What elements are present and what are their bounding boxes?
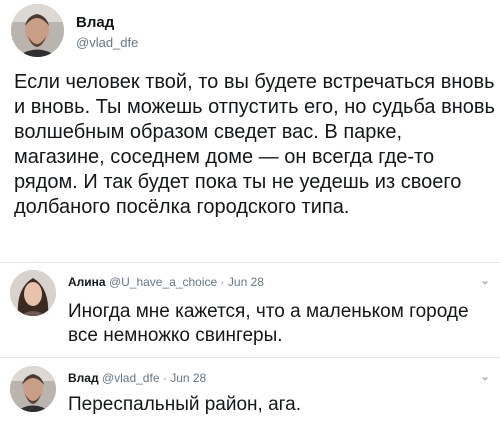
author-handle[interactable]: @vlad_dfe <box>76 35 138 50</box>
author-handle[interactable]: @U_have_a_choice <box>109 275 217 289</box>
tweet-date[interactable]: Jun 28 <box>228 275 264 289</box>
author-name[interactable]: Влад <box>68 371 99 385</box>
avatar[interactable] <box>10 366 56 412</box>
divider <box>0 262 500 263</box>
avatar[interactable] <box>10 270 56 316</box>
reply-text: Иногда мне кажется, что а маленьком горо… <box>68 301 469 346</box>
tweet-date[interactable]: Jun 28 <box>170 371 206 385</box>
divider <box>0 357 500 358</box>
reply-header: Влад @vlad_dfe · Jun 28 <box>68 371 206 385</box>
author-name[interactable]: Влад <box>76 14 114 31</box>
author-name[interactable]: Алина <box>68 275 106 289</box>
reply-text: Переспальный район, ага. <box>68 394 302 415</box>
chevron-down-icon[interactable]: ⌄ <box>480 273 490 287</box>
reply-header: Алина @U_have_a_choice · Jun 28 <box>68 275 264 289</box>
author-handle[interactable]: @vlad_dfe <box>102 371 160 385</box>
tweet-text: Если человек твой, то вы будете встречат… <box>14 71 495 218</box>
separator: · <box>162 371 167 385</box>
avatar[interactable] <box>11 4 64 57</box>
chevron-down-icon[interactable]: ⌄ <box>480 369 490 383</box>
separator: · <box>220 275 225 289</box>
